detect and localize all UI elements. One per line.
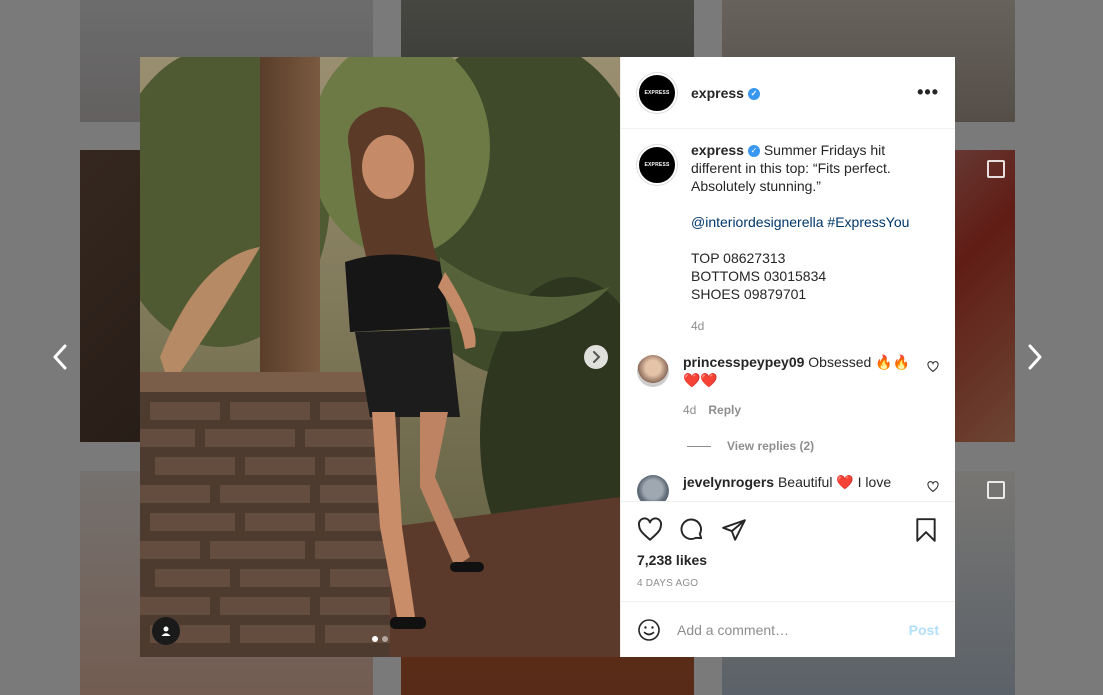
heart-icon[interactable] (637, 517, 663, 543)
more-options-icon[interactable]: ••• (917, 82, 939, 103)
post-header: EXPRESS express ✓ ••• (621, 57, 955, 129)
avatar[interactable] (637, 355, 669, 387)
post-timestamp[interactable]: 4 DAYS AGO (637, 578, 939, 589)
verified-badge-icon: ✓ (747, 87, 760, 100)
comment-username[interactable]: princesspeypey09 (683, 354, 804, 370)
mention-link[interactable]: @interiordesignerella (691, 214, 824, 230)
heart-icon[interactable] (927, 361, 939, 373)
post-side-panel: EXPRESS express ✓ ••• EXPRESS express ✓ Su… (620, 57, 955, 657)
likes-count[interactable]: 7,238 likes (637, 552, 939, 568)
emoji-icon[interactable] (637, 618, 661, 642)
chevron-right-icon (593, 351, 601, 363)
next-photo-button[interactable] (584, 345, 608, 369)
comment-input[interactable]: Add a comment… (677, 622, 909, 638)
post-actions: 7,238 likes 4 DAYS AGO (621, 501, 955, 601)
post-photo (140, 57, 620, 657)
multiple-photos-icon (987, 160, 1005, 178)
post-modal: EXPRESS express ✓ ••• EXPRESS express ✓ Su… (140, 57, 955, 657)
caption-age: 4d (691, 319, 705, 333)
view-replies-label: View replies (2) (727, 439, 815, 453)
avatar[interactable]: EXPRESS (637, 145, 677, 185)
carousel-dots (140, 636, 620, 642)
caption-username[interactable]: express (691, 142, 744, 158)
comment-icon[interactable] (679, 517, 705, 543)
product-line: TOP 08627313 (691, 250, 786, 266)
carousel-dot (382, 636, 388, 642)
avatar[interactable] (637, 475, 669, 501)
heart-icon[interactable] (927, 481, 939, 493)
paper-plane-icon[interactable] (721, 517, 747, 543)
next-post-arrow[interactable] (1020, 342, 1050, 372)
username-text: express (691, 84, 744, 101)
comment-composer: Add a comment… Post (621, 601, 955, 657)
multiple-photos-icon (987, 481, 1005, 499)
comment-text: Beautiful ❤️ I love (777, 474, 892, 490)
avatar[interactable]: EXPRESS (637, 72, 677, 113)
chevron-left-icon (53, 344, 67, 370)
avatar-text: EXPRESS (644, 89, 670, 96)
post-username[interactable]: express ✓ (691, 85, 760, 101)
hashtag-link[interactable]: #ExpressYou (827, 214, 909, 230)
comment: jevelynrogers Beautiful ❤️ I love (637, 474, 939, 501)
replies-line (687, 445, 711, 447)
bookmark-icon[interactable] (913, 517, 939, 543)
view-replies-button[interactable]: View replies (2) (687, 439, 939, 453)
verified-badge-icon: ✓ (747, 145, 760, 158)
product-line: BOTTOMS 03015834 (691, 268, 827, 284)
comment-age: 4d (683, 403, 697, 417)
avatar-text: EXPRESS (644, 162, 670, 168)
carousel-dot (372, 636, 378, 642)
previous-post-arrow[interactable] (45, 342, 75, 372)
comment-username[interactable]: jevelynrogers (683, 474, 774, 490)
post-image (140, 57, 620, 657)
reply-button[interactable]: Reply (708, 401, 741, 419)
caption: EXPRESS express ✓ Summer Fridays hit diff… (637, 142, 939, 335)
product-line: SHOES 09879701 (691, 286, 807, 302)
comment: princesspeypey09 Obsessed 🔥🔥❤️❤️ 4d Repl… (637, 354, 939, 419)
chevron-right-icon (1028, 344, 1042, 370)
post-comment-button[interactable]: Post (909, 622, 939, 638)
comments-list[interactable]: EXPRESS express ✓ Summer Fridays hit diff… (621, 129, 955, 501)
